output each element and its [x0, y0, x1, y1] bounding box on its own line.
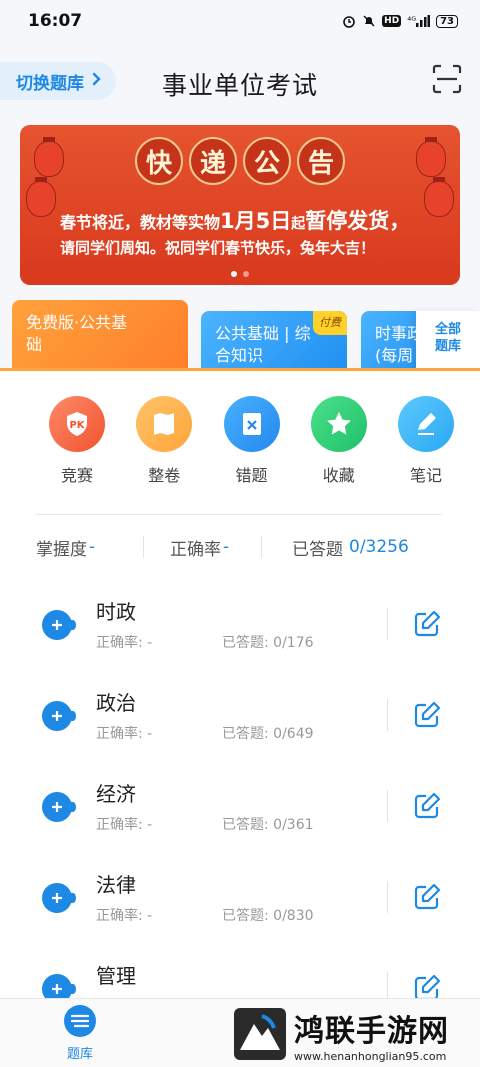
signal-icon: ⁴ᴳ [407, 15, 431, 27]
status-bar: 16:07 HD ⁴ᴳ 73 [0, 0, 480, 42]
stat-separator [261, 536, 262, 558]
banner-title-char: 递 [189, 137, 237, 185]
topic-answered: 已答题: 0/361 [222, 817, 314, 833]
topic-name: 经济 [96, 782, 136, 806]
alarm-icon [342, 14, 356, 28]
action-contest[interactable]: PK 竞赛 [49, 396, 105, 496]
action-wrong-questions[interactable]: 错题 [223, 396, 280, 496]
scan-icon[interactable] [432, 64, 462, 94]
nav-label: 题库 [66, 1047, 93, 1062]
wrong-icon [223, 396, 280, 452]
all-banks-button[interactable]: 全部 题库 [416, 311, 480, 370]
topic-name: 时政 [96, 600, 136, 624]
action-label: 收藏 [322, 466, 355, 485]
star-icon [310, 396, 367, 452]
topic-answered: 已答题: 0/176 [222, 635, 314, 651]
topic-separator [387, 608, 388, 640]
expand-plus-icon[interactable] [42, 883, 76, 913]
topic-accuracy: 正确率: - [96, 726, 153, 742]
pen-icon [398, 396, 454, 452]
watermark: 鸿联手游网 www.henanhonglian95.com [232, 1004, 472, 1064]
watermark-url: www.henanhonglian95.com [294, 1049, 447, 1063]
stats-row: 掌握度 - 正确率 - 已答题 0/3256 [0, 530, 480, 564]
banner-title: 快 递 公 告 [20, 137, 460, 185]
banner-title-char: 公 [243, 137, 291, 185]
watermark-title: 鸿联手游网 [294, 1013, 449, 1049]
banner-title-char: 告 [297, 137, 345, 185]
topic-accuracy: 正确率: - [96, 635, 153, 651]
action-notes[interactable]: 笔记 [398, 396, 454, 496]
hd-icon: HD [382, 15, 402, 27]
watermark-logo [234, 1008, 286, 1060]
topic-separator [387, 881, 388, 913]
action-full-paper[interactable]: 整卷 [136, 396, 193, 496]
edit-icon[interactable] [412, 882, 442, 912]
action-label: 错题 [235, 466, 268, 485]
list-icon [64, 1005, 96, 1037]
topic-answered: 已答题: 0/830 [222, 908, 314, 924]
topic-row[interactable]: 经济 正确率: - 已答题: 0/361 [0, 762, 480, 853]
banner-text-line1: 春节将近，教材等实物1月5日起暂停发货， [60, 209, 411, 233]
action-label: 笔记 [409, 466, 442, 485]
paid-badge: 付费 [313, 311, 347, 335]
watermark-text: 鸿联手游网 www.henanhonglian95.com [294, 1006, 449, 1063]
battery-icon: 73 [436, 14, 458, 28]
status-time: 16:07 [28, 11, 83, 31]
topic-name: 管理 [96, 964, 136, 988]
topic-row[interactable]: 法律 正确率: - 已答题: 0/830 [0, 853, 480, 944]
announcement-banner[interactable]: 快 递 公 告 春节将近，教材等实物1月5日起暂停发货， 请同学们周知。祝同学们… [20, 125, 460, 285]
banner-text-line2: 请同学们周知。祝同学们春节快乐，兔年大吉！ [60, 239, 376, 257]
banner-pagination [20, 271, 460, 277]
bank-card-public-basics[interactable]: 付费 公共基础 | 综 合知识 [201, 311, 347, 370]
expand-plus-icon[interactable] [42, 792, 76, 822]
topic-row[interactable]: 时政 正确率: - 已答题: 0/176 [0, 580, 480, 671]
topic-accuracy: 正确率: - [96, 817, 153, 833]
stat-answered: 已答题 0/3256 [292, 537, 409, 560]
pagination-dot[interactable] [243, 271, 249, 277]
banner-title-char: 快 [135, 137, 183, 185]
edit-icon[interactable] [412, 700, 442, 730]
header: 切换题库 事业单位考试 [0, 42, 480, 120]
expand-plus-icon[interactable] [42, 701, 76, 731]
topic-answered: 已答题: 0/649 [222, 726, 314, 742]
topic-accuracy: 正确率: - [96, 908, 153, 924]
nav-tiku[interactable]: 题库 [50, 1005, 110, 1062]
edit-icon[interactable] [412, 609, 442, 639]
stat-mastery: 掌握度 - [36, 537, 96, 560]
bank-cards: 免费版·公共基 础 付费 公共基础 | 综 合知识 时事政 (每周 全部 题库 [0, 295, 480, 370]
mute-bell-icon [362, 14, 376, 28]
stat-separator [143, 536, 144, 558]
svg-text:PK: PK [69, 420, 85, 431]
topic-row[interactable]: 政治 正确率: - 已答题: 0/649 [0, 671, 480, 762]
page-title: 事业单位考试 [161, 71, 318, 100]
topic-name: 法律 [96, 873, 136, 897]
expand-plus-icon[interactable] [42, 610, 76, 640]
lantern-icon [26, 177, 56, 217]
pk-icon: PK [49, 396, 105, 452]
cards-underline [0, 368, 480, 371]
edit-icon[interactable] [412, 791, 442, 821]
topic-separator [387, 790, 388, 822]
topic-separator [387, 699, 388, 731]
quick-actions: PK 竞赛 整卷 错题 收藏 笔记 [0, 396, 480, 496]
paper-icon [136, 396, 193, 452]
stat-accuracy: 正确率 - [170, 537, 230, 560]
action-favorites[interactable]: 收藏 [310, 396, 367, 496]
topic-name: 政治 [96, 691, 136, 715]
bank-card-free[interactable]: 免费版·公共基 础 [12, 300, 188, 370]
divider [36, 514, 442, 515]
status-icons: HD ⁴ᴳ 73 [342, 14, 458, 28]
banner-area: 快 递 公 告 春节将近，教材等实物1月5日起暂停发货， 请同学们周知。祝同学们… [0, 120, 480, 295]
pagination-dot[interactable] [231, 271, 237, 277]
action-label: 竞赛 [60, 466, 93, 485]
action-label: 整卷 [148, 466, 181, 485]
topic-list: 时政 正确率: - 已答题: 0/176 政治 正确率: - 已答题: 0/64… [0, 580, 480, 1035]
